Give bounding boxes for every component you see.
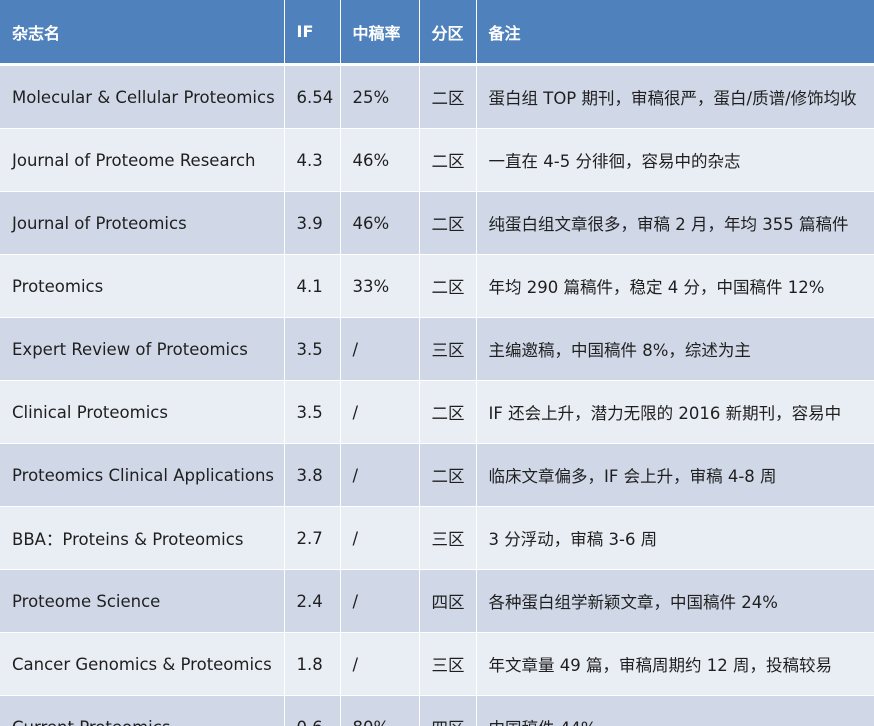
cell-journal-name: Expert Review of Proteomics [0, 317, 285, 381]
header-journal-name: 杂志名 [0, 0, 285, 66]
cell-notes: 纯蛋白组文章很多，审稿 2 月，年均 355 篇稿件 [476, 191, 874, 255]
cell-zone: 三区 [419, 317, 477, 381]
cell-journal-name: Proteomics [0, 254, 285, 318]
cell-acceptance-rate: / [340, 317, 420, 381]
table-row: Proteomics 4.1 33% 二区 年均 290 篇稿件，稳定 4 分，… [0, 254, 874, 318]
cell-journal-name: BBA：Proteins & Proteomics [0, 506, 285, 570]
cell-notes: 蛋白组 TOP 期刊，审稿很严，蛋白/质谱/修饰均收 [476, 64, 874, 129]
cell-if: 4.3 [284, 128, 341, 192]
cell-zone: 二区 [419, 254, 477, 318]
cell-journal-name: Cancer Genomics & Proteomics [0, 632, 285, 696]
table-body: Molecular & Cellular Proteomics 6.54 25%… [0, 64, 874, 726]
cell-zone: 二区 [419, 191, 477, 255]
table-row: Cancer Genomics & Proteomics 1.8 / 三区 年文… [0, 632, 874, 696]
table-row: Expert Review of Proteomics 3.5 / 三区 主编邀… [0, 317, 874, 381]
cell-zone: 二区 [419, 443, 477, 507]
cell-journal-name: Proteomics Clinical Applications [0, 443, 285, 507]
table-row: Molecular & Cellular Proteomics 6.54 25%… [0, 64, 874, 129]
journal-table-container: 杂志名 IF 中稿率 分区 备注 Molecular & Cellular Pr… [0, 0, 874, 726]
cell-journal-name: Current Proteomics [0, 695, 285, 726]
cell-journal-name: Proteome Science [0, 569, 285, 633]
cell-acceptance-rate: / [340, 632, 420, 696]
cell-notes: 主编邀稿，中国稿件 8%，综述为主 [476, 317, 874, 381]
cell-notes: 年文章量 49 篇，审稿周期约 12 周，投稿较易 [476, 632, 874, 696]
cell-if: 3.9 [284, 191, 341, 255]
cell-acceptance-rate: 46% [340, 128, 420, 192]
cell-acceptance-rate: 25% [340, 64, 420, 129]
cell-acceptance-rate: 33% [340, 254, 420, 318]
journal-table: 杂志名 IF 中稿率 分区 备注 Molecular & Cellular Pr… [0, 0, 874, 726]
table-row: Clinical Proteomics 3.5 / 二区 IF 还会上升，潜力无… [0, 380, 874, 444]
cell-if: 3.8 [284, 443, 341, 507]
cell-notes: 3 分浮动，审稿 3-6 周 [476, 506, 874, 570]
cell-journal-name: Journal of Proteomics [0, 191, 285, 255]
cell-zone: 三区 [419, 632, 477, 696]
header-acceptance-rate: 中稿率 [340, 0, 420, 66]
cell-if: 2.4 [284, 569, 341, 633]
header-if: IF [284, 0, 341, 66]
cell-zone: 二区 [419, 380, 477, 444]
table-row: Journal of Proteomics 3.9 46% 二区 纯蛋白组文章很… [0, 191, 874, 255]
header-zone: 分区 [419, 0, 477, 66]
header-row: 杂志名 IF 中稿率 分区 备注 [0, 0, 874, 66]
cell-if: 3.5 [284, 380, 341, 444]
cell-notes: 中国稿件 44% [476, 695, 874, 726]
table-row: Proteomics Clinical Applications 3.8 / 二… [0, 443, 874, 507]
cell-zone: 二区 [419, 128, 477, 192]
cell-notes: 一直在 4-5 分徘徊，容易中的杂志 [476, 128, 874, 192]
cell-if: 6.54 [284, 64, 341, 129]
cell-acceptance-rate: / [340, 380, 420, 444]
cell-journal-name: Clinical Proteomics [0, 380, 285, 444]
cell-notes: 年均 290 篇稿件，稳定 4 分，中国稿件 12% [476, 254, 874, 318]
cell-if: 4.1 [284, 254, 341, 318]
table-row: Current Proteomics 0.6 80% 四区 中国稿件 44% [0, 695, 874, 726]
cell-zone: 二区 [419, 64, 477, 129]
cell-zone: 四区 [419, 695, 477, 726]
header-notes: 备注 [476, 0, 874, 66]
cell-zone: 三区 [419, 506, 477, 570]
cell-notes: IF 还会上升，潜力无限的 2016 新期刊，容易中 [476, 380, 874, 444]
cell-zone: 四区 [419, 569, 477, 633]
cell-journal-name: Journal of Proteome Research [0, 128, 285, 192]
cell-journal-name: Molecular & Cellular Proteomics [0, 64, 285, 129]
table-row: Journal of Proteome Research 4.3 46% 二区 … [0, 128, 874, 192]
cell-notes: 各种蛋白组学新颖文章，中国稿件 24% [476, 569, 874, 633]
table-row: Proteome Science 2.4 / 四区 各种蛋白组学新颖文章，中国稿… [0, 569, 874, 633]
cell-if: 0.6 [284, 695, 341, 726]
table-header: 杂志名 IF 中稿率 分区 备注 [0, 0, 874, 66]
cell-if: 3.5 [284, 317, 341, 381]
table-row: BBA：Proteins & Proteomics 2.7 / 三区 3 分浮动… [0, 506, 874, 570]
cell-acceptance-rate: / [340, 506, 420, 570]
cell-acceptance-rate: 46% [340, 191, 420, 255]
cell-acceptance-rate: / [340, 443, 420, 507]
cell-notes: 临床文章偏多，IF 会上升，审稿 4-8 周 [476, 443, 874, 507]
cell-if: 2.7 [284, 506, 341, 570]
cell-acceptance-rate: 80% [340, 695, 420, 726]
cell-if: 1.8 [284, 632, 341, 696]
cell-acceptance-rate: / [340, 569, 420, 633]
